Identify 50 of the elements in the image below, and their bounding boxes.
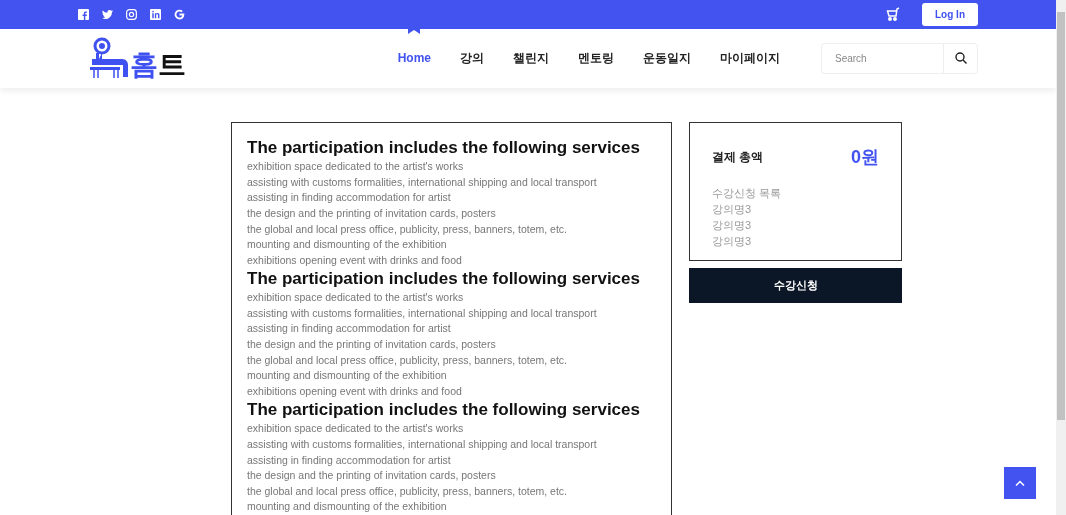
nav-link[interactable]: Home bbox=[397, 51, 431, 66]
service-item: assisting with customs formalities, international shipping and local transport bbox=[247, 174, 598, 190]
course-item: 강의명3 bbox=[712, 202, 753, 218]
service-item: mounting and dismounting of the exhibition bbox=[247, 368, 448, 384]
course-item: 강의명3 bbox=[712, 234, 753, 250]
section-heading: The participation includes the following services bbox=[247, 268, 641, 291]
service-item: exhibition space dedicated to the artist's works bbox=[247, 290, 465, 306]
facebook-icon[interactable] bbox=[78, 8, 89, 20]
login-button[interactable]: Log In bbox=[922, 2, 978, 26]
twitter-icon[interactable] bbox=[102, 8, 113, 20]
service-item: the global and local press office, publicity, press, banners, totem, etc. bbox=[247, 483, 569, 499]
logo-text: 홈 bbox=[130, 51, 158, 80]
section-heading: The participation includes the following services bbox=[247, 137, 641, 160]
search-field[interactable]: Search bbox=[821, 42, 943, 74]
service-item: exhibition space dedicated to the artist's works bbox=[247, 159, 465, 175]
service-item: assisting in finding accommodation for artist bbox=[247, 321, 452, 337]
search-icon bbox=[954, 52, 967, 65]
list-title: 수강신청 목록 bbox=[712, 186, 783, 202]
service-item: exhibitions opening event with drinks and food bbox=[247, 252, 463, 268]
chevron-up-icon bbox=[1015, 480, 1025, 486]
instagram-icon[interactable] bbox=[126, 8, 137, 20]
cart-icon[interactable] bbox=[886, 7, 900, 22]
service-item: mounting and dismounting of the exhibition bbox=[247, 499, 448, 515]
service-item: the global and local press office, publicity, press, banners, totem, etc. bbox=[247, 221, 569, 237]
nav-link[interactable]: 챌린지 bbox=[513, 49, 549, 67]
total-label: 결제 총액 bbox=[712, 148, 764, 166]
linkedin-icon[interactable] bbox=[150, 8, 161, 20]
nav-link[interactable]: 강의 bbox=[460, 49, 484, 67]
total-amount: 0원 bbox=[851, 146, 879, 170]
service-item: assisting in finding accommodation for artist bbox=[247, 452, 452, 468]
service-item: assisting with customs formalities, international shipping and local transport bbox=[247, 305, 598, 321]
nav-link[interactable]: 멘토링 bbox=[578, 49, 614, 67]
service-item: assisting with customs formalities, international shipping and local transport bbox=[247, 437, 598, 453]
service-item: exhibitions opening event with drinks and food bbox=[247, 383, 463, 399]
nav-link[interactable]: 마이페이지 bbox=[720, 49, 780, 67]
enroll-button[interactable]: 수강신청 bbox=[689, 268, 902, 304]
service-item: assisting in finding accommodation for artist bbox=[247, 190, 452, 206]
course-item: 강의명3 bbox=[712, 218, 753, 234]
service-item: the global and local press office, publicity, press, banners, totem, etc. bbox=[247, 352, 569, 368]
logo-text: 트 bbox=[158, 51, 186, 80]
service-item: mounting and dismounting of the exhibition bbox=[247, 237, 448, 253]
search-button[interactable] bbox=[943, 42, 978, 74]
nav-link[interactable]: 운동일지 bbox=[643, 49, 691, 67]
service-item: the design and the printing of invitation cards, posters bbox=[247, 468, 497, 484]
service-item: exhibition space dedicated to the artist's works bbox=[247, 421, 465, 437]
service-item: the design and the printing of invitation cards, posters bbox=[247, 337, 497, 353]
service-item: the design and the printing of invitation cards, posters bbox=[247, 205, 497, 221]
logo-icon bbox=[88, 37, 130, 80]
section-heading: The participation includes the following services bbox=[247, 399, 641, 422]
google-icon[interactable] bbox=[174, 8, 185, 20]
